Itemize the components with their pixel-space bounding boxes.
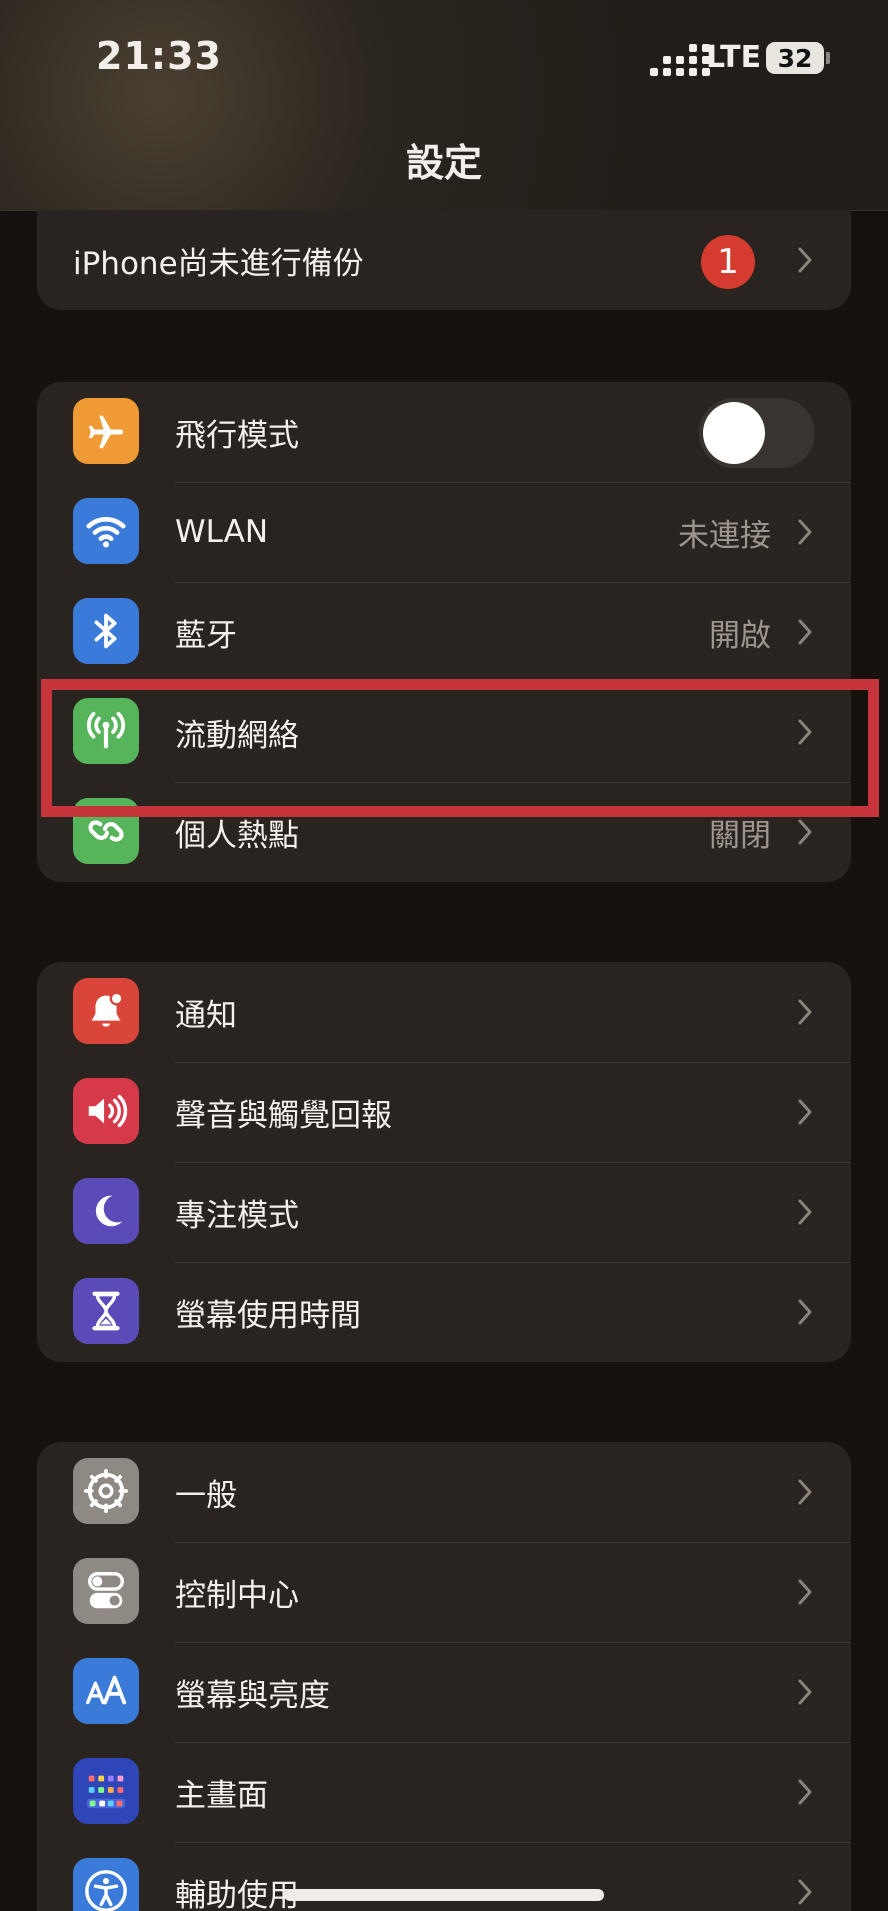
settings-row-sounds[interactable]: 聲音與觸覺回報: [37, 1062, 851, 1162]
chevron-right-icon: [797, 1298, 813, 1330]
wlan-status: 未連接: [678, 517, 771, 554]
chevron-right-icon: [797, 518, 813, 550]
backup-badge: 1: [701, 235, 755, 289]
settings-row-wlan[interactable]: WLAN 未連接: [37, 482, 851, 582]
network-type: LTE: [706, 40, 762, 75]
home-grid-icon: [73, 1758, 139, 1824]
settings-row-label: 專注模式: [175, 1197, 299, 1234]
notifications-card: 通知 聲音與觸覺回報 專注模式 螢幕使用時間: [37, 962, 851, 1362]
bluetooth-status: 開啟: [709, 617, 771, 654]
settings-row-focus[interactable]: 專注模式: [37, 1162, 851, 1262]
hourglass-icon: [73, 1278, 139, 1344]
settings-row-label: 控制中心: [175, 1577, 299, 1614]
chevron-right-icon: [797, 1198, 813, 1230]
settings-row-label: 主畫面: [175, 1777, 268, 1814]
settings-row-control-center[interactable]: 控制中心: [37, 1542, 851, 1642]
chevron-right-icon: [797, 1778, 813, 1810]
airplane-toggle[interactable]: [699, 398, 815, 468]
page-title: 設定: [405, 141, 482, 185]
chevron-right-icon: [797, 1878, 813, 1910]
battery-level: 32: [777, 43, 813, 73]
settings-row-display[interactable]: 螢幕與亮度: [37, 1642, 851, 1742]
status-time: 21:33: [96, 34, 222, 78]
settings-row-label: 一般: [175, 1477, 237, 1514]
signal-strength-icon: [650, 44, 710, 76]
chevron-right-icon: [797, 1578, 813, 1610]
settings-row-airplane[interactable]: 飛行模式: [37, 382, 851, 482]
chevron-right-icon: [797, 1678, 813, 1710]
settings-row-label: 螢幕使用時間: [175, 1297, 361, 1334]
chevron-right-icon: [797, 1098, 813, 1130]
chevron-right-icon: [797, 818, 813, 850]
speaker-icon: [73, 1078, 139, 1144]
navigation-header: 21:33 LTE 32 設定: [0, 0, 888, 211]
settings-row-label: 螢幕與亮度: [175, 1677, 330, 1714]
battery-tip: [826, 52, 830, 64]
chevron-right-icon: [797, 618, 813, 650]
chevron-right-icon: [797, 998, 813, 1030]
bluetooth-icon: [73, 598, 139, 664]
settings-row-label: 聲音與觸覺回報: [175, 1097, 392, 1134]
settings-row-label: WLAN: [175, 514, 269, 550]
settings-row-notifications[interactable]: 通知: [37, 962, 851, 1062]
home-indicator[interactable]: [284, 1889, 604, 1901]
settings-row-screen-time[interactable]: 螢幕使用時間: [37, 1262, 851, 1362]
airplane-icon: [73, 398, 139, 464]
backup-label: iPhone尚未進行備份: [73, 245, 364, 282]
wifi-icon: [73, 498, 139, 564]
switches-icon: [73, 1558, 139, 1624]
bell-icon: [73, 978, 139, 1044]
settings-row-label: 通知: [175, 997, 237, 1034]
settings-row-general[interactable]: 一般: [37, 1442, 851, 1542]
accessibility-icon: [73, 1858, 139, 1911]
text-size-icon: [73, 1658, 139, 1724]
backup-card: iPhone尚未進行備份 1: [37, 210, 851, 310]
settings-row-bluetooth[interactable]: 藍牙 開啟: [37, 582, 851, 682]
settings-row-label: 輔助使用: [175, 1877, 299, 1911]
toggle-knob: [703, 402, 765, 464]
general-card: 一般 控制中心 螢幕與亮度 主畫面 輔助使用: [37, 1442, 851, 1911]
chevron-right-icon: [797, 1478, 813, 1510]
settings-row-label: 飛行模式: [175, 417, 299, 454]
settings-row-home-screen[interactable]: 主畫面: [37, 1742, 851, 1842]
chevron-right-icon: [797, 246, 813, 278]
settings-row-label: 藍牙: [175, 617, 237, 654]
battery-icon: 32: [766, 42, 824, 74]
gear-icon: [73, 1458, 139, 1524]
backup-row[interactable]: iPhone尚未進行備份 1: [37, 210, 851, 310]
highlight-box: [41, 679, 879, 817]
moon-icon: [73, 1178, 139, 1244]
